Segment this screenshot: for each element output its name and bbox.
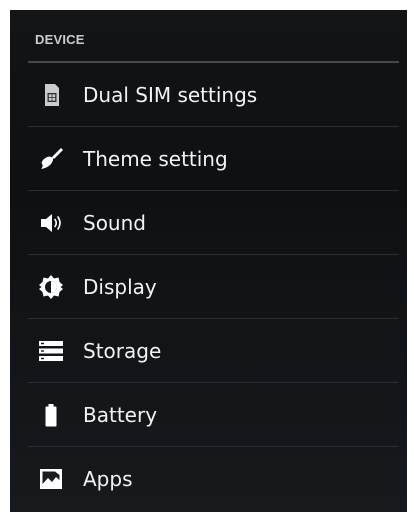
- settings-item-label: Apps: [83, 467, 133, 491]
- section-header-device: DEVICE: [35, 32, 85, 47]
- settings-item-sound[interactable]: Sound: [10, 191, 407, 255]
- sim-card-icon: [37, 81, 65, 109]
- settings-item-dual-sim[interactable]: Dual SIM settings: [10, 63, 407, 127]
- settings-item-storage[interactable]: Storage: [10, 319, 407, 383]
- settings-item-label: Storage: [83, 339, 162, 363]
- settings-screen: DEVICE Dual SIM settings Theme setting S…: [10, 10, 407, 512]
- settings-item-display[interactable]: Display: [10, 255, 407, 319]
- battery-icon: [37, 401, 65, 429]
- settings-item-label: Dual SIM settings: [83, 83, 258, 107]
- brightness-icon: [37, 273, 65, 301]
- paintbrush-icon: [37, 145, 65, 173]
- settings-list: Dual SIM settings Theme setting Sound Di…: [10, 63, 407, 511]
- apps-icon: [37, 465, 65, 493]
- settings-item-label: Battery: [83, 403, 158, 427]
- settings-item-label: Display: [83, 275, 157, 299]
- settings-item-theme[interactable]: Theme setting: [10, 127, 407, 191]
- speaker-icon: [37, 209, 65, 237]
- storage-icon: [37, 337, 65, 365]
- settings-item-label: Theme setting: [83, 147, 228, 171]
- settings-item-battery[interactable]: Battery: [10, 383, 407, 447]
- settings-item-apps[interactable]: Apps: [10, 447, 407, 511]
- settings-item-label: Sound: [83, 211, 146, 235]
